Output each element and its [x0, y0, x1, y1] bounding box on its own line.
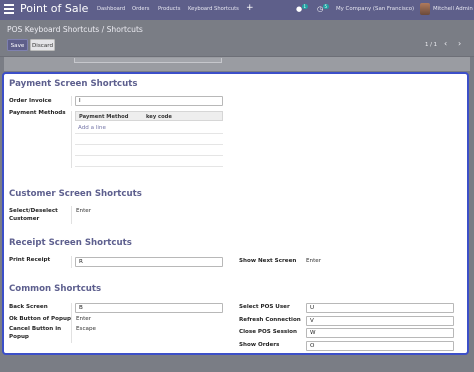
pager-value[interactable]: 1 / 1 [425, 42, 437, 48]
column-payment-method[interactable]: Payment Method [79, 114, 128, 120]
back-screen-input[interactable]: B [75, 303, 223, 313]
activity-count-badge: 5 [323, 4, 329, 9]
field-separator [71, 111, 72, 168]
common-section-title: Common Shortcuts [9, 284, 102, 294]
payment-methods-label: Payment Methods [9, 110, 66, 116]
table-row [75, 133, 223, 134]
select-deselect-label-line2: Customer [9, 216, 40, 222]
close-pos-session-input[interactable]: W [306, 328, 454, 338]
user-menu[interactable]: Mitchell Admin [433, 6, 473, 12]
show-orders-input[interactable]: O [306, 341, 454, 351]
receipt-section-title: Receipt Screen Shortcuts [9, 238, 132, 248]
order-invoice-label: Order Invoice [9, 98, 52, 104]
show-next-screen-label: Show Next Screen [239, 258, 297, 264]
menu-orders[interactable]: Orders [132, 6, 149, 12]
breadcrumb[interactable]: POS Keyboard Shortcuts / Shortcuts [7, 25, 143, 34]
add-menu-icon[interactable]: + [246, 3, 254, 13]
company-switcher[interactable]: My Company (San Francisco) [336, 6, 414, 12]
select-pos-user-label: Select POS User [239, 304, 290, 310]
refresh-connection-input[interactable]: V [306, 316, 454, 326]
ok-popup-value[interactable]: Enter [76, 316, 91, 322]
field-separator [71, 256, 72, 268]
top-navbar: Point of Sale Dashboard Orders Products … [0, 0, 474, 20]
select-pos-user-input[interactable]: U [306, 303, 454, 313]
chat-count-badge: 1 [302, 4, 308, 9]
discard-button[interactable]: Discard [30, 39, 55, 51]
table-row [75, 155, 223, 156]
cancel-popup-label-line2: Popup [9, 334, 29, 340]
select-deselect-value[interactable]: Enter [76, 208, 91, 214]
menu-dashboard[interactable]: Dashboard [97, 6, 125, 12]
add-line-link[interactable]: Add a line [78, 125, 106, 131]
column-key-code[interactable]: key code [146, 114, 172, 120]
pager-prev-icon[interactable]: ‹ [444, 39, 447, 48]
table-header: Payment Method key code [75, 111, 223, 121]
background-field [74, 58, 222, 63]
user-avatar[interactable] [420, 3, 430, 15]
ok-popup-label: Ok Button of Popup [9, 316, 71, 322]
select-deselect-label: Select/Deselect [9, 208, 58, 214]
table-row [75, 144, 223, 145]
shortcuts-form: Payment Screen Shortcuts Order Invoice I… [2, 72, 469, 355]
apps-menu-icon[interactable] [4, 4, 14, 15]
order-invoice-input[interactable]: I [75, 96, 223, 106]
table-row [75, 166, 223, 167]
customer-section-title: Customer Screen Shortcuts [9, 189, 142, 199]
save-button[interactable]: Save [7, 39, 28, 51]
print-receipt-label: Print Receipt [9, 257, 51, 263]
back-screen-label: Back Screen [9, 304, 48, 310]
menu-products[interactable]: Products [158, 6, 180, 12]
payment-section-title: Payment Screen Shortcuts [9, 79, 138, 89]
close-pos-session-label: Close POS Session [239, 329, 297, 335]
app-name[interactable]: Point of Sale [20, 2, 88, 15]
show-next-screen-value[interactable]: Enter [306, 258, 321, 264]
menu-keyboard-shortcuts[interactable]: Keyboard Shortcuts [188, 6, 239, 12]
cancel-popup-label: Cancel Button in [9, 326, 62, 332]
pager-next-icon[interactable]: › [458, 39, 461, 48]
payment-methods-table: Payment Method key code Add a line [75, 111, 223, 168]
cancel-popup-value[interactable]: Escape [76, 326, 96, 332]
refresh-connection-label: Refresh Connection [239, 317, 301, 323]
show-orders-label: Show Orders [239, 342, 280, 348]
print-receipt-input[interactable]: R [75, 257, 223, 267]
field-separator [71, 206, 72, 224]
field-separator [71, 96, 72, 106]
field-separator [71, 303, 72, 343]
